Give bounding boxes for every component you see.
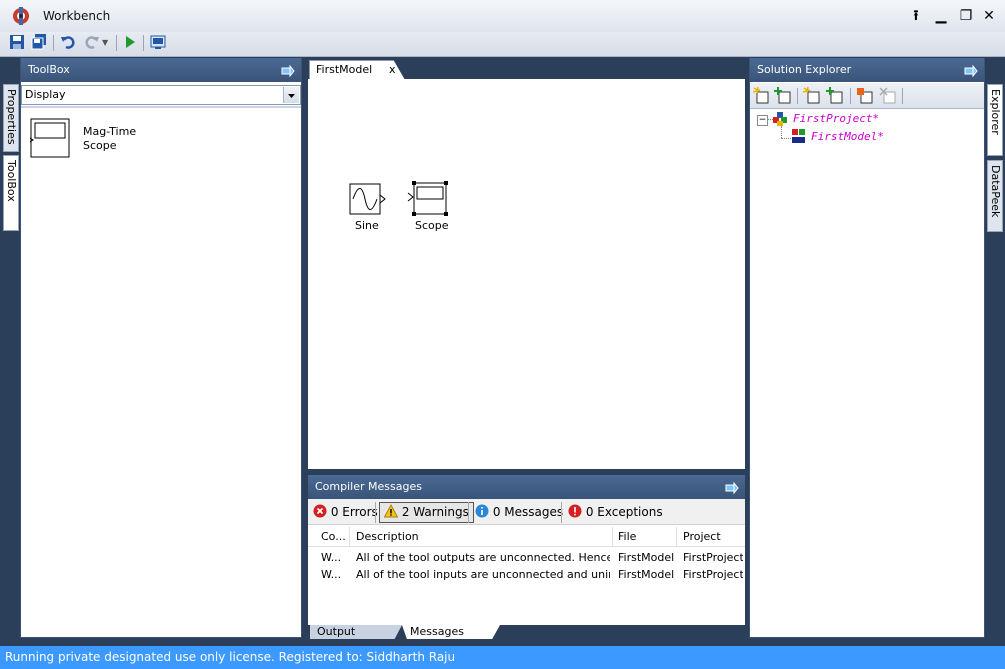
warnings-filter-button[interactable]: 2 Warnings bbox=[379, 502, 474, 523]
sine-block-label: Sine bbox=[355, 219, 379, 232]
sine-block[interactable] bbox=[349, 183, 387, 215]
filter-separator bbox=[468, 502, 469, 523]
chevron-down-icon[interactable] bbox=[283, 87, 299, 103]
row-project: FirstProject bbox=[683, 568, 743, 581]
window-title: Workbench bbox=[43, 9, 111, 23]
toolbar-separator bbox=[850, 88, 851, 104]
tab-properties[interactable]: Properties bbox=[3, 84, 19, 152]
toolbox-title: ToolBox bbox=[28, 63, 70, 76]
info-icon bbox=[475, 504, 489, 518]
toolbar-separator bbox=[143, 35, 144, 51]
toolbar-separator bbox=[53, 35, 54, 51]
warning-icon bbox=[383, 503, 399, 518]
warnings-filter-label: 2 Warnings bbox=[401, 505, 469, 519]
tree-line bbox=[781, 126, 783, 138]
tab-output-label: Output bbox=[317, 625, 356, 638]
tree-item-first-model[interactable]: FirstModel* bbox=[811, 130, 884, 143]
tab-messages-label: Messages bbox=[410, 625, 464, 638]
tab-first-model-label: FirstModel bbox=[316, 63, 373, 76]
row-description: All of the tool inputs are unconnected a… bbox=[356, 568, 610, 581]
row-code: W... bbox=[321, 568, 342, 581]
status-bar: Running private designated use only lice… bbox=[0, 646, 1005, 669]
pin-icon[interactable] bbox=[281, 63, 295, 78]
remove-icon[interactable] bbox=[856, 87, 874, 105]
toolbar-separator bbox=[902, 88, 903, 104]
redo-dropdown-icon[interactable]: ▼ bbox=[102, 34, 112, 52]
save-icon[interactable] bbox=[9, 34, 27, 52]
model-icon bbox=[791, 129, 807, 144]
new-model-icon[interactable] bbox=[802, 86, 821, 105]
column-header-description[interactable]: Description bbox=[356, 530, 419, 543]
model-canvas[interactable] bbox=[308, 79, 745, 469]
toolbox-header: ToolBox bbox=[21, 58, 301, 82]
add-project-icon[interactable] bbox=[774, 87, 792, 105]
column-divider bbox=[676, 527, 677, 546]
row-code: W... bbox=[321, 551, 342, 564]
pin-icon[interactable] bbox=[725, 480, 739, 495]
divider bbox=[21, 106, 301, 108]
tab-datapeek[interactable]: DataPeek bbox=[987, 160, 1003, 232]
scope-block-label: Scope bbox=[415, 219, 449, 232]
column-divider bbox=[349, 527, 350, 546]
project-icon bbox=[773, 112, 789, 126]
messages-filter-button[interactable]: 0 Messages bbox=[470, 502, 568, 523]
row-description: All of the tool outputs are unconnected.… bbox=[356, 551, 610, 564]
minimize-button[interactable]: ▁ bbox=[931, 6, 951, 26]
error-icon bbox=[313, 504, 327, 518]
redo-icon[interactable] bbox=[84, 34, 102, 52]
column-divider bbox=[612, 527, 613, 546]
tree-line bbox=[781, 138, 791, 140]
toolbox-category-select[interactable]: Display bbox=[21, 85, 301, 105]
column-header-project[interactable]: Project bbox=[683, 530, 721, 543]
monitor-icon[interactable] bbox=[150, 34, 168, 52]
toolbox-item-label-2: Scope bbox=[83, 139, 117, 152]
toolbar-separator bbox=[797, 88, 798, 104]
solution-explorer-header: Solution Explorer bbox=[750, 58, 984, 82]
status-text: Running private designated use only lice… bbox=[5, 650, 456, 664]
row-file: FirstModel bbox=[618, 551, 675, 564]
toolbox-category-value: Display bbox=[25, 88, 66, 101]
close-button[interactable]: ✕ bbox=[979, 6, 999, 26]
tab-explorer[interactable]: Explorer bbox=[987, 84, 1003, 156]
solution-explorer-title: Solution Explorer bbox=[757, 63, 852, 76]
title-bar bbox=[0, 0, 1005, 32]
column-header-file[interactable]: File bbox=[618, 530, 636, 543]
errors-filter-button[interactable]: 0 Errors bbox=[308, 502, 383, 523]
filter-separator bbox=[561, 502, 562, 523]
tab-toolbox-side[interactable]: ToolBox bbox=[3, 155, 19, 231]
exceptions-filter-button[interactable]: 0 Exceptions bbox=[563, 502, 668, 523]
remove-disabled-icon[interactable] bbox=[879, 87, 897, 105]
toolbar-separator bbox=[116, 35, 117, 51]
scope-block[interactable] bbox=[407, 181, 449, 217]
filter-separator bbox=[375, 502, 376, 523]
messages-filter-label: 0 Messages bbox=[492, 505, 564, 519]
save-all-icon[interactable] bbox=[31, 34, 49, 52]
undo-icon[interactable] bbox=[60, 34, 78, 52]
tree-item-first-project[interactable]: FirstProject* bbox=[793, 112, 879, 125]
close-tab-icon[interactable]: x bbox=[389, 63, 396, 76]
errors-filter-label: 0 Errors bbox=[330, 505, 378, 519]
toolbox-item-label-1: Mag-Time bbox=[83, 125, 137, 138]
upload-icon[interactable]: ⭱ bbox=[906, 6, 926, 26]
restore-button[interactable]: ❐ bbox=[956, 6, 976, 26]
column-header-code[interactable]: Co... bbox=[321, 530, 346, 543]
toolbox-item-mag-time-scope[interactable]: Mag-Time Scope bbox=[83, 125, 136, 153]
pin-icon[interactable] bbox=[964, 63, 978, 78]
compiler-messages-header: Compiler Messages bbox=[308, 475, 745, 499]
workbench-logo-icon bbox=[10, 6, 32, 26]
exceptions-filter-label: 0 Exceptions bbox=[585, 505, 663, 519]
add-model-icon[interactable] bbox=[826, 87, 844, 105]
solution-explorer-panel bbox=[749, 58, 985, 638]
row-project: FirstProject bbox=[683, 551, 743, 564]
run-icon[interactable] bbox=[122, 34, 140, 52]
row-file: FirstModel bbox=[618, 568, 675, 581]
new-project-icon[interactable] bbox=[752, 86, 771, 105]
mag-time-scope-icon[interactable] bbox=[27, 118, 70, 158]
compiler-messages-title: Compiler Messages bbox=[315, 480, 422, 493]
exception-icon bbox=[568, 504, 582, 518]
